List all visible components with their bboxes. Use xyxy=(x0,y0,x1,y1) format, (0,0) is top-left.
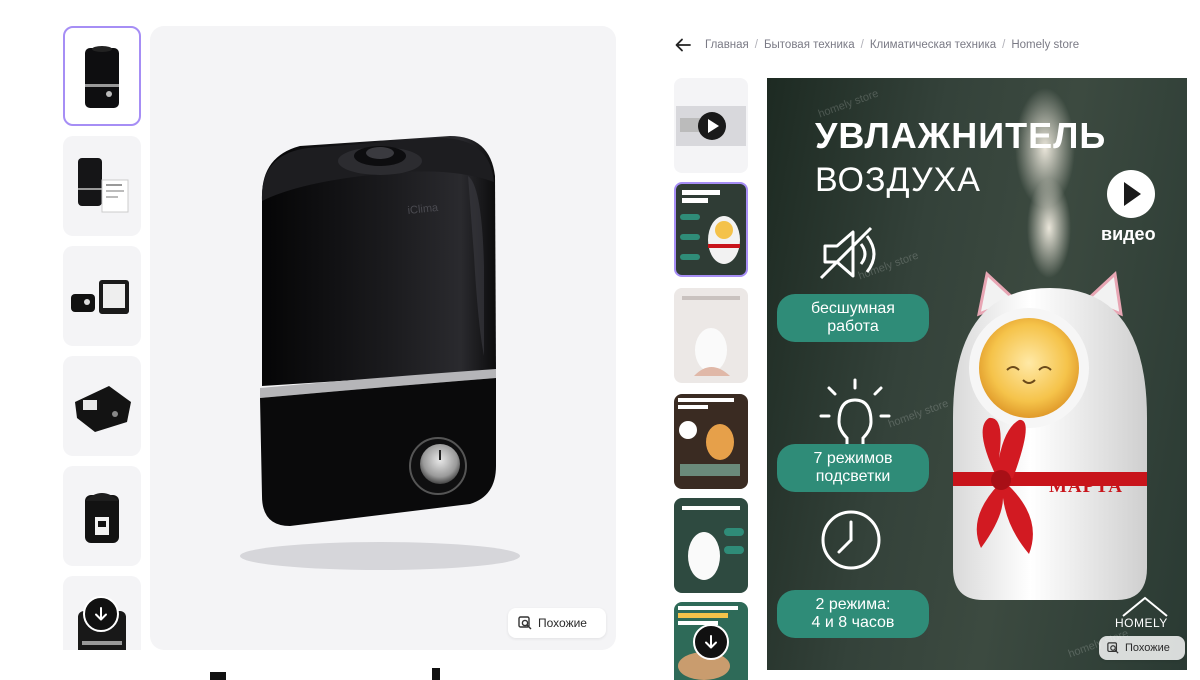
breadcrumb-item-home[interactable]: Главная xyxy=(705,39,749,51)
breadcrumb-item-store[interactable]: Homely store xyxy=(1011,39,1079,51)
right-thumb-2[interactable] xyxy=(674,182,748,277)
feature-line: 4 и 8 часов xyxy=(811,614,895,631)
breadcrumb-item-appliances[interactable]: Бытовая техника xyxy=(764,39,855,51)
right-thumbnail-strip xyxy=(674,78,750,680)
right-thumb-3[interactable] xyxy=(674,288,748,383)
arrow-down-icon xyxy=(95,607,107,621)
breadcrumb: Главная / Бытовая техника / Климатическа… xyxy=(675,36,1079,54)
feature-line: работа xyxy=(827,318,879,335)
video-label: видео xyxy=(1101,224,1156,244)
left-thumbnail-strip xyxy=(63,26,143,650)
homely-logo: HOMELY xyxy=(1115,616,1168,630)
back-button[interactable] xyxy=(675,38,691,52)
left-thumb-4[interactable] xyxy=(63,356,141,456)
left-thumb-6[interactable] xyxy=(63,576,141,650)
similar-label-right: Похожие xyxy=(1125,642,1170,654)
left-thumb-3[interactable] xyxy=(63,246,141,346)
similar-search-icon xyxy=(518,616,532,630)
arrow-down-icon xyxy=(705,635,717,649)
breadcrumb-item-climate[interactable]: Климатическая техника xyxy=(870,39,996,51)
left-scroll-down-button[interactable] xyxy=(83,596,119,632)
breadcrumb-separator: / xyxy=(860,39,864,51)
ribbon-text: МАРТА xyxy=(1049,476,1123,497)
similar-label-left: Похожие xyxy=(538,616,587,630)
feature-pill-light-modes: 7 режимов подсветки xyxy=(777,444,929,492)
similar-button-right[interactable]: Похожие xyxy=(1099,636,1185,660)
feature-pill-silent: бесшумная работа xyxy=(777,294,929,342)
breadcrumb-separator: / xyxy=(754,39,758,51)
feature-line: подсветки xyxy=(815,468,891,485)
promo-title-line1: УВЛАЖНИТЕЛЬ xyxy=(815,115,1107,156)
left-thumb-2[interactable] xyxy=(63,136,141,236)
left-thumb-5[interactable] xyxy=(63,466,141,566)
main-product-image[interactable]: iClima Похожие xyxy=(150,26,616,650)
feature-line: 2 режима: xyxy=(815,596,891,613)
right-thumb-6[interactable] xyxy=(674,602,748,680)
right-thumb-4[interactable] xyxy=(674,394,748,489)
feature-pill-timer: 2 режима: 4 и 8 часов xyxy=(777,590,929,638)
right-thumb-video[interactable] xyxy=(674,78,748,173)
product-title-fragment xyxy=(210,664,460,680)
right-thumb-5[interactable] xyxy=(674,498,748,593)
breadcrumb-separator: / xyxy=(1002,39,1006,51)
feature-line: бесшумная xyxy=(811,300,895,317)
play-icon xyxy=(1107,170,1155,218)
promo-title-line2: ВОЗДУХА xyxy=(815,161,981,199)
feature-line: 7 режимов xyxy=(813,450,893,467)
left-thumb-1[interactable] xyxy=(63,26,141,126)
main-promo-image[interactable]: homely store homely store homely store h… xyxy=(767,78,1187,670)
clock-icon xyxy=(821,510,881,570)
promo-title: УВЛАЖНИТЕЛЬ ВОЗДУХА xyxy=(815,114,1106,202)
right-scroll-down-button[interactable] xyxy=(693,624,729,660)
similar-button-left[interactable]: Похожие xyxy=(508,608,606,638)
arrow-left-icon xyxy=(675,38,691,52)
similar-search-icon xyxy=(1107,642,1119,654)
humidifier-illustration: iClima xyxy=(240,136,520,570)
